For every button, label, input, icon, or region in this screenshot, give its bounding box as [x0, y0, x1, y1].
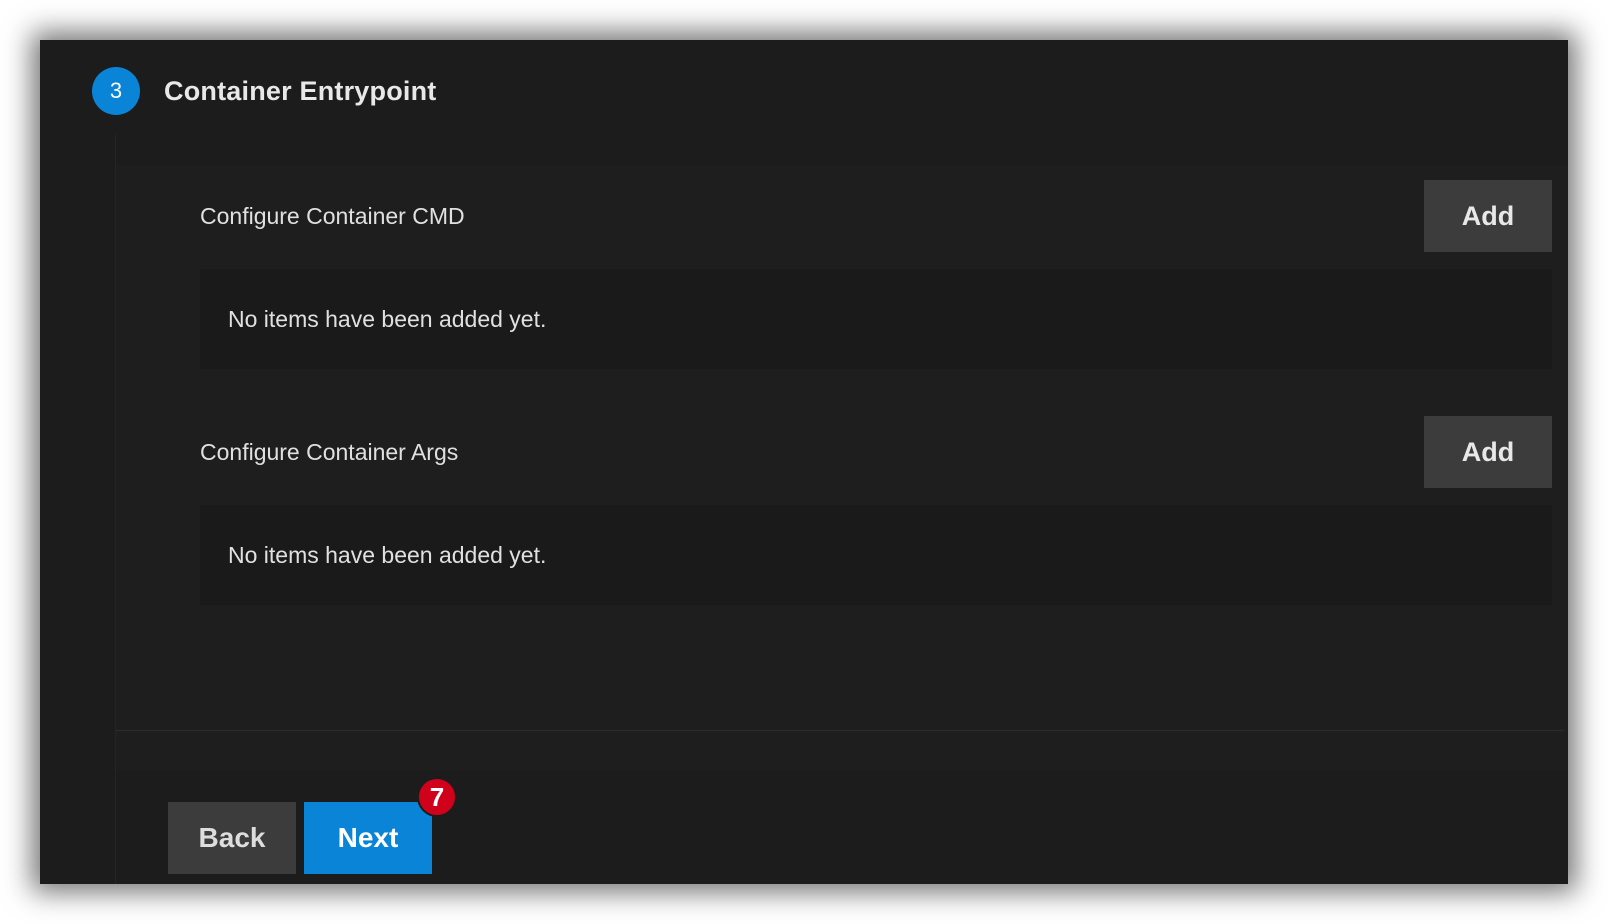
step-header: 3 Container Entrypoint [92, 67, 437, 115]
back-button[interactable]: Back [168, 802, 296, 874]
wizard-window: 3 Container Entrypoint Configure Contain… [40, 40, 1568, 884]
next-button[interactable]: Next [304, 802, 432, 874]
args-section-header: Configure Container Args Add [200, 416, 1552, 488]
add-cmd-button[interactable]: Add [1424, 180, 1552, 252]
args-empty-list: No items have been added yet. [200, 505, 1552, 605]
step-content: Configure Container CMD Add No items hav… [116, 165, 1568, 770]
cmd-empty-text: No items have been added yet. [228, 305, 547, 332]
add-args-button[interactable]: Add [1424, 416, 1552, 488]
footer-divider [116, 730, 1564, 731]
args-section-label: Configure Container Args [200, 438, 459, 465]
cmd-section-label: Configure Container CMD [200, 202, 465, 229]
args-empty-text: No items have been added yet. [228, 541, 547, 568]
step-title: Container Entrypoint [164, 75, 437, 106]
cmd-empty-list: No items have been added yet. [200, 269, 1552, 369]
step-number-circle: 3 [92, 67, 140, 115]
cmd-section-header: Configure Container CMD Add [200, 180, 1552, 252]
annotation-badge: 7 [417, 777, 457, 817]
